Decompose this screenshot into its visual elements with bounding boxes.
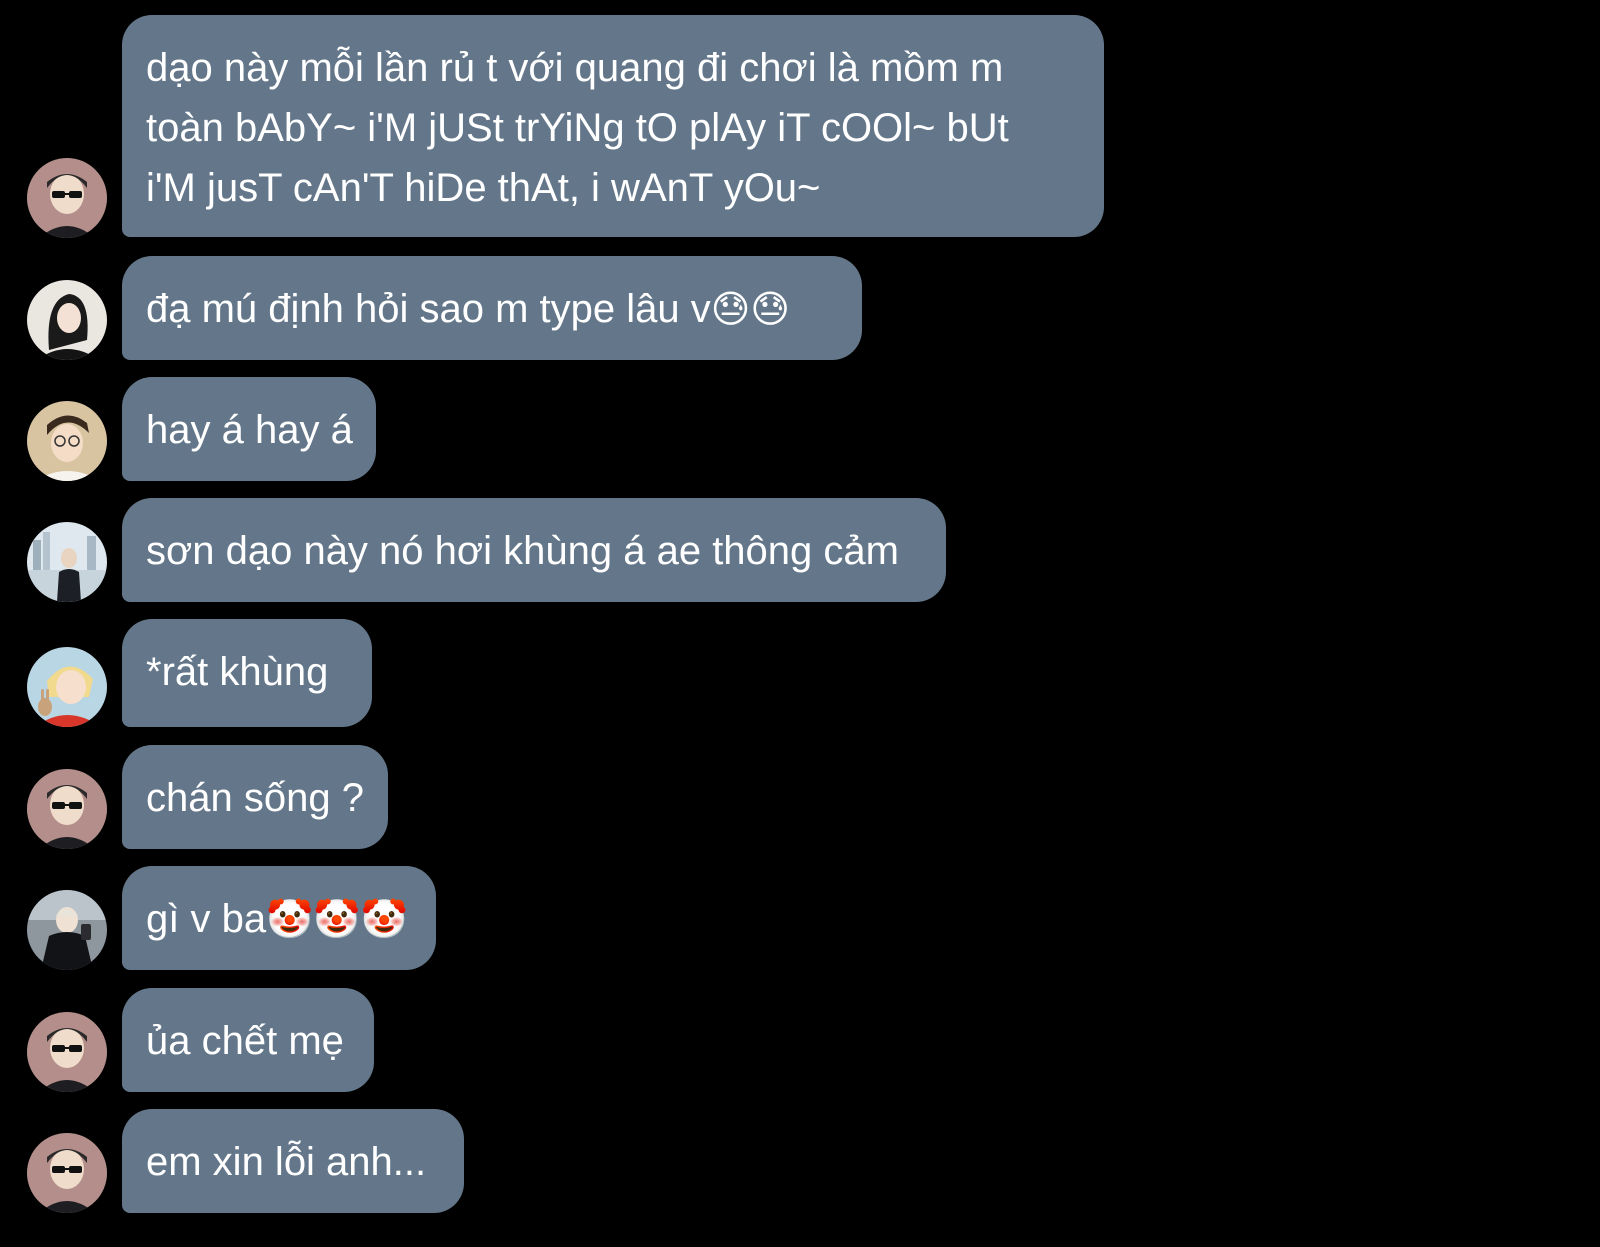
message-bubble: dạo này mỗi lần rủ t với quang đi chơi l… — [122, 15, 1104, 237]
message-text: sơn dạo này nó hơi khùng á ae thông cảm — [146, 529, 899, 573]
message-text: gì v ba — [146, 897, 267, 941]
message-text: i'M jusT cAn'T hiDe thAt, i wAnT yOu~ — [146, 166, 821, 210]
message-bubble: chán sống ? — [122, 745, 388, 849]
message-bubble: sơn dạo này nó hơi khùng á ae thông cảm — [122, 498, 946, 602]
avatar-sunglasses[interactable] — [27, 1133, 107, 1213]
message-text: hay á hay á — [146, 408, 353, 452]
sweat-face-emoji: 😓😓 — [710, 287, 790, 331]
clown-face-emoji: 🤡🤡🤡 — [266, 897, 409, 941]
message-text: chán sống ? — [146, 776, 364, 820]
avatar-harbor[interactable] — [27, 522, 107, 602]
avatar-sunglasses[interactable] — [27, 769, 107, 849]
message-bubble: gì v ba🤡🤡🤡 — [122, 866, 436, 970]
message-bubble: hay á hay á — [122, 377, 376, 481]
message-text: đạ mú định hỏi sao m type lâu v — [146, 287, 711, 331]
avatar-glasses[interactable] — [27, 401, 107, 481]
avatar-mirror-selfie[interactable] — [27, 890, 107, 970]
avatar-sunglasses[interactable] — [27, 158, 107, 238]
avatar-dark-hair[interactable] — [27, 280, 107, 360]
message-text: toàn bAbY~ i'M jUSt trYiNg tO plAy iT cO… — [146, 106, 1009, 150]
message-bubble: em xin lỗi anh... — [122, 1109, 464, 1213]
avatar-blonde-rabbit[interactable] — [27, 647, 107, 727]
message-text: dạo này mỗi lần rủ t với quang đi chơi l… — [146, 46, 1004, 90]
message-bubble: *rất khùng — [122, 619, 372, 727]
message-text: ủa chết mẹ — [146, 1019, 344, 1063]
message-text: *rất khùng — [146, 650, 329, 694]
message-bubble: đạ mú định hỏi sao m type lâu v😓😓 — [122, 256, 862, 360]
avatar-sunglasses[interactable] — [27, 1012, 107, 1092]
message-bubble: ủa chết mẹ — [122, 988, 374, 1092]
message-text: em xin lỗi anh... — [146, 1140, 427, 1184]
